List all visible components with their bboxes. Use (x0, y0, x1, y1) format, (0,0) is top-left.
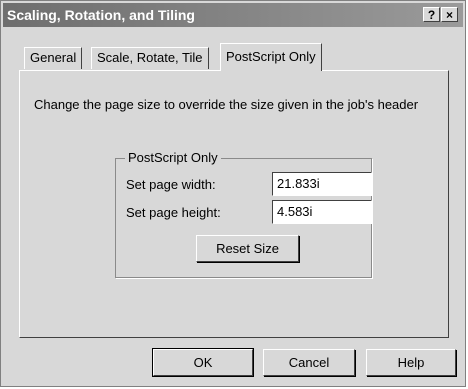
close-button[interactable]: × (441, 7, 458, 22)
tab-postscript-only[interactable]: PostScript Only (220, 43, 322, 71)
title-bar: Scaling, Rotation, and Tiling ? × (3, 3, 463, 27)
cancel-button[interactable]: Cancel (263, 349, 355, 376)
page-height-field[interactable]: 4.583i (272, 200, 372, 224)
help-title-button[interactable]: ? (423, 7, 440, 22)
page-height-label: Set page height: (126, 205, 221, 220)
page-width-field[interactable]: 21.833i (272, 172, 372, 196)
tab-scale-rotate-tile[interactable]: Scale, Rotate, Tile (91, 47, 209, 69)
postscript-only-panel: Change the page size to override the siz… (19, 70, 449, 338)
postscript-only-group: PostScript Only Set page width: 21.833i … (115, 150, 372, 278)
scaling-rotation-tiling-dialog: Scaling, Rotation, and Tiling ? × Genera… (0, 0, 466, 387)
ok-button[interactable]: OK (152, 348, 254, 377)
tab-general[interactable]: General (24, 47, 83, 69)
reset-size-button[interactable]: Reset Size (196, 235, 299, 262)
page-width-label: Set page width: (126, 177, 216, 192)
group-title: PostScript Only (125, 150, 221, 165)
description-text: Change the page size to override the siz… (34, 97, 419, 112)
window-title: Scaling, Rotation, and Tiling (7, 7, 195, 23)
help-button[interactable]: Help (366, 349, 456, 376)
